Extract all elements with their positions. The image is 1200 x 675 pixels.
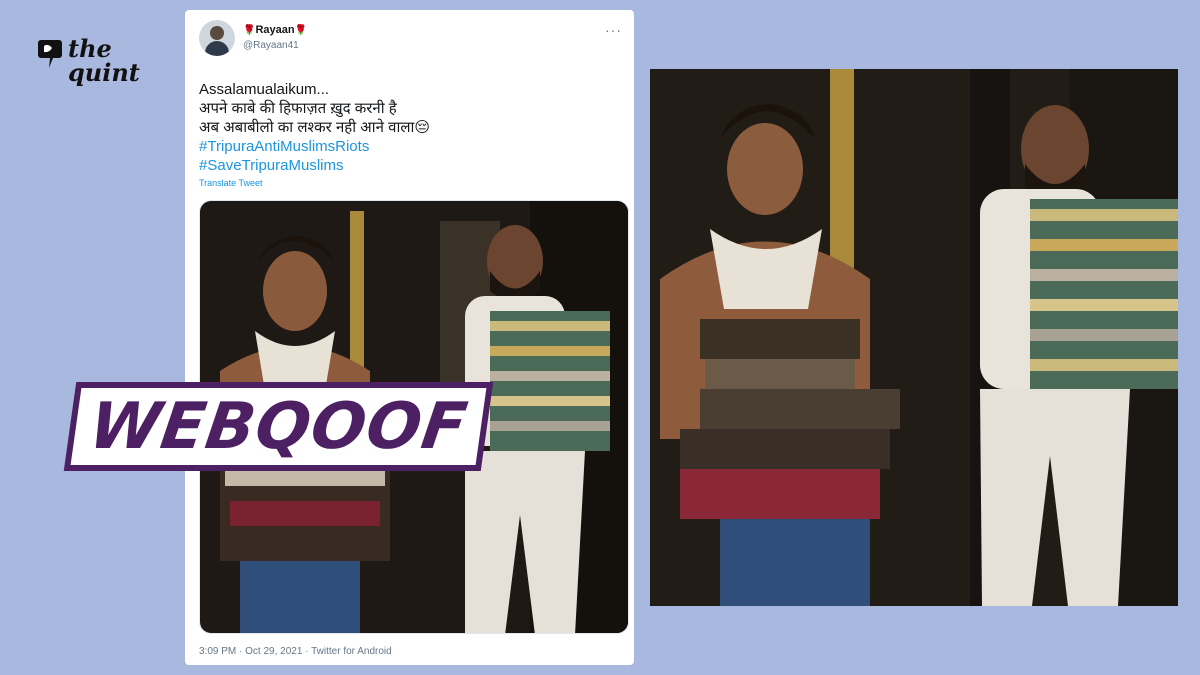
- tweet-card: 🌹Rayaan🌹 @Rayaan41 ··· Assalamualaikum..…: [185, 10, 634, 665]
- webqoof-text: WEBQOOF: [84, 389, 473, 464]
- comparison-photo: [650, 69, 1178, 606]
- avatar[interactable]: [199, 20, 235, 56]
- logo-text-quint: quint: [68, 58, 140, 87]
- tweet-display-name[interactable]: 🌹Rayaan🌹: [243, 24, 307, 36]
- translate-tweet-link[interactable]: Translate Tweet: [199, 178, 263, 188]
- display-name-text: Rayaan: [255, 24, 295, 36]
- tweet-body: Assalamualaikum... अपने काबे की हिफाज़त …: [199, 80, 619, 175]
- hashtag-link[interactable]: #SaveTripuraMuslims: [199, 156, 619, 175]
- hashtag-link[interactable]: #TripuraAntiMuslimsRiots: [199, 137, 619, 156]
- tweet-line: अब अबाबीलो का लश्कर नही आने वाला😔: [199, 119, 431, 136]
- rose-icon: 🌹: [294, 25, 308, 36]
- tweet-handle[interactable]: @Rayaan41: [243, 40, 299, 51]
- webqoof-banner-inner: WEBQOOF: [70, 388, 487, 465]
- tweet-line: अपने काबे की हिफाज़त ख़ुद करनी है: [199, 100, 397, 117]
- quote-mark-icon: [38, 40, 62, 68]
- tweet-line: Assalamualaikum...: [199, 81, 330, 98]
- webqoof-banner: WEBQOOF: [63, 382, 494, 471]
- rose-icon: 🌹: [243, 25, 256, 36]
- more-options-icon[interactable]: ···: [605, 22, 622, 38]
- photo-two-men-holding-burnt-books-closeup: [650, 69, 1178, 606]
- tweet-timestamp[interactable]: 3:09 PM · Oct 29, 2021 · Twitter for And…: [199, 646, 392, 657]
- the-quint-logo: the quint: [38, 36, 148, 106]
